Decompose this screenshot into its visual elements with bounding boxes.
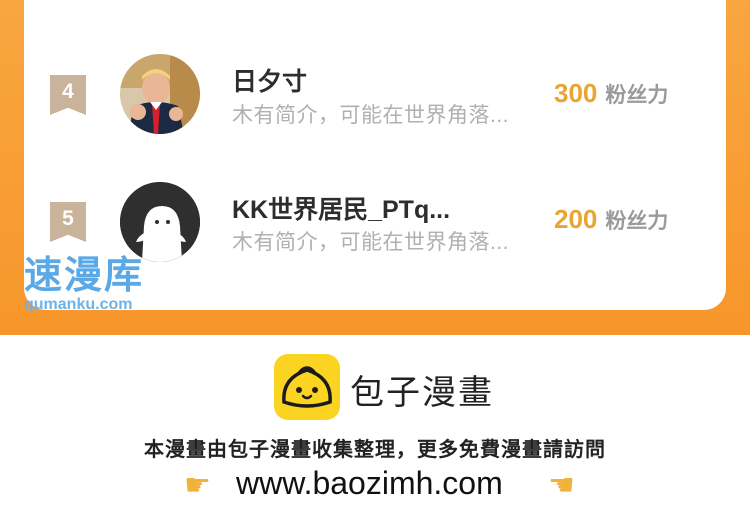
fans-unit: 粉丝力 (605, 84, 669, 107)
photo-avatar-image (120, 54, 200, 134)
rank-badge: 4 (50, 75, 86, 115)
fans-score: 200 粉丝力 (554, 204, 668, 235)
pointing-right-hand-icon: ☛ (184, 469, 211, 502)
user-intro: 木有简介，可能在世界角落... (232, 231, 510, 254)
rank-badge: 5 (50, 202, 86, 242)
site-link[interactable]: www.baozimh.com (236, 465, 503, 502)
user-name[interactable]: KK世界居民_PTq... (232, 190, 450, 226)
fans-value: 300 (554, 78, 598, 108)
fans-score: 300 粉丝力 (554, 78, 668, 109)
footer-banner: 包子漫畫 本漫畫由包子漫畫收集整理，更多免費漫畫請訪問 ☛ www.baozim… (0, 335, 750, 520)
watermark-url: qumanku.com (24, 296, 133, 313)
default-ghost-avatar-image (120, 182, 200, 262)
pointing-left-hand-icon: ☚ (548, 469, 575, 502)
brand-name: 包子漫畫 (350, 374, 494, 412)
avatar[interactable] (120, 54, 200, 134)
watermark-title: 速漫库 (24, 255, 145, 297)
avatar[interactable] (120, 182, 200, 262)
fans-value: 200 (554, 204, 598, 234)
site-watermark: 速漫库 qumanku.com (24, 256, 144, 314)
user-intro: 木有简介，可能在世界角落... (232, 104, 510, 127)
user-name[interactable]: 日夕寸 (232, 62, 307, 98)
brand-logo-icon[interactable] (274, 354, 340, 420)
footer-notice: 本漫畫由包子漫畫收集整理，更多免費漫畫請訪問 (144, 439, 606, 461)
fans-unit: 粉丝力 (605, 210, 669, 233)
bun-icon (282, 366, 332, 408)
